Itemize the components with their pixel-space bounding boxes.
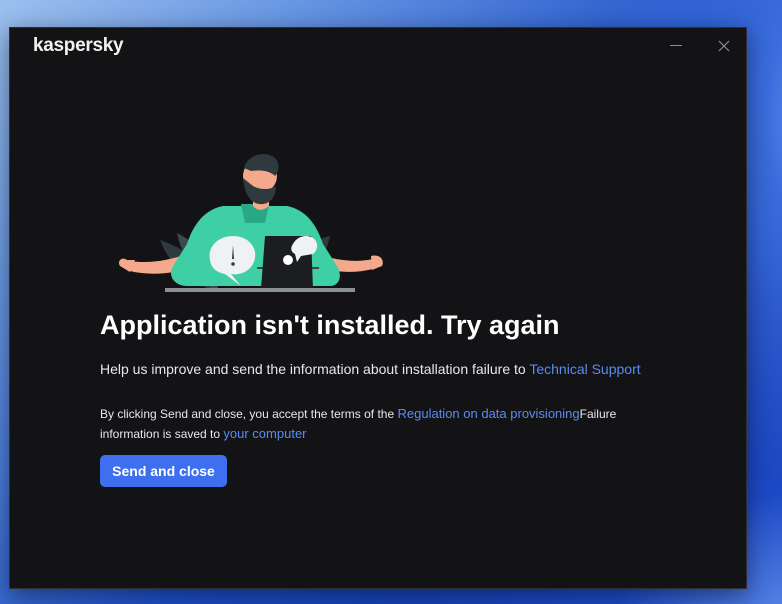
send-and-close-button[interactable]: Send and close	[100, 455, 227, 487]
technical-support-link[interactable]: Technical Support	[529, 361, 640, 377]
help-text-body: Help us improve and send the information…	[100, 361, 530, 377]
minimize-icon	[670, 45, 682, 46]
kaspersky-logo: kaspersky	[33, 35, 124, 56]
regulation-link[interactable]: Regulation on data provisioning	[398, 406, 580, 421]
page-title: Application isn't installed. Try again	[100, 310, 560, 340]
minimize-button[interactable]	[664, 37, 690, 55]
close-button[interactable]	[711, 37, 737, 55]
help-text: Help us improve and send the information…	[100, 361, 641, 377]
your-computer-link[interactable]: your computer	[223, 426, 306, 441]
confused-man-illustration	[118, 154, 383, 292]
close-icon	[718, 40, 730, 52]
installer-window: kaspersky Application isn't installed. T…	[9, 27, 747, 589]
terms-prefix: By clicking Send and close, you accept t…	[100, 407, 398, 421]
terms-text: By clicking Send and close, you accept t…	[100, 404, 660, 444]
